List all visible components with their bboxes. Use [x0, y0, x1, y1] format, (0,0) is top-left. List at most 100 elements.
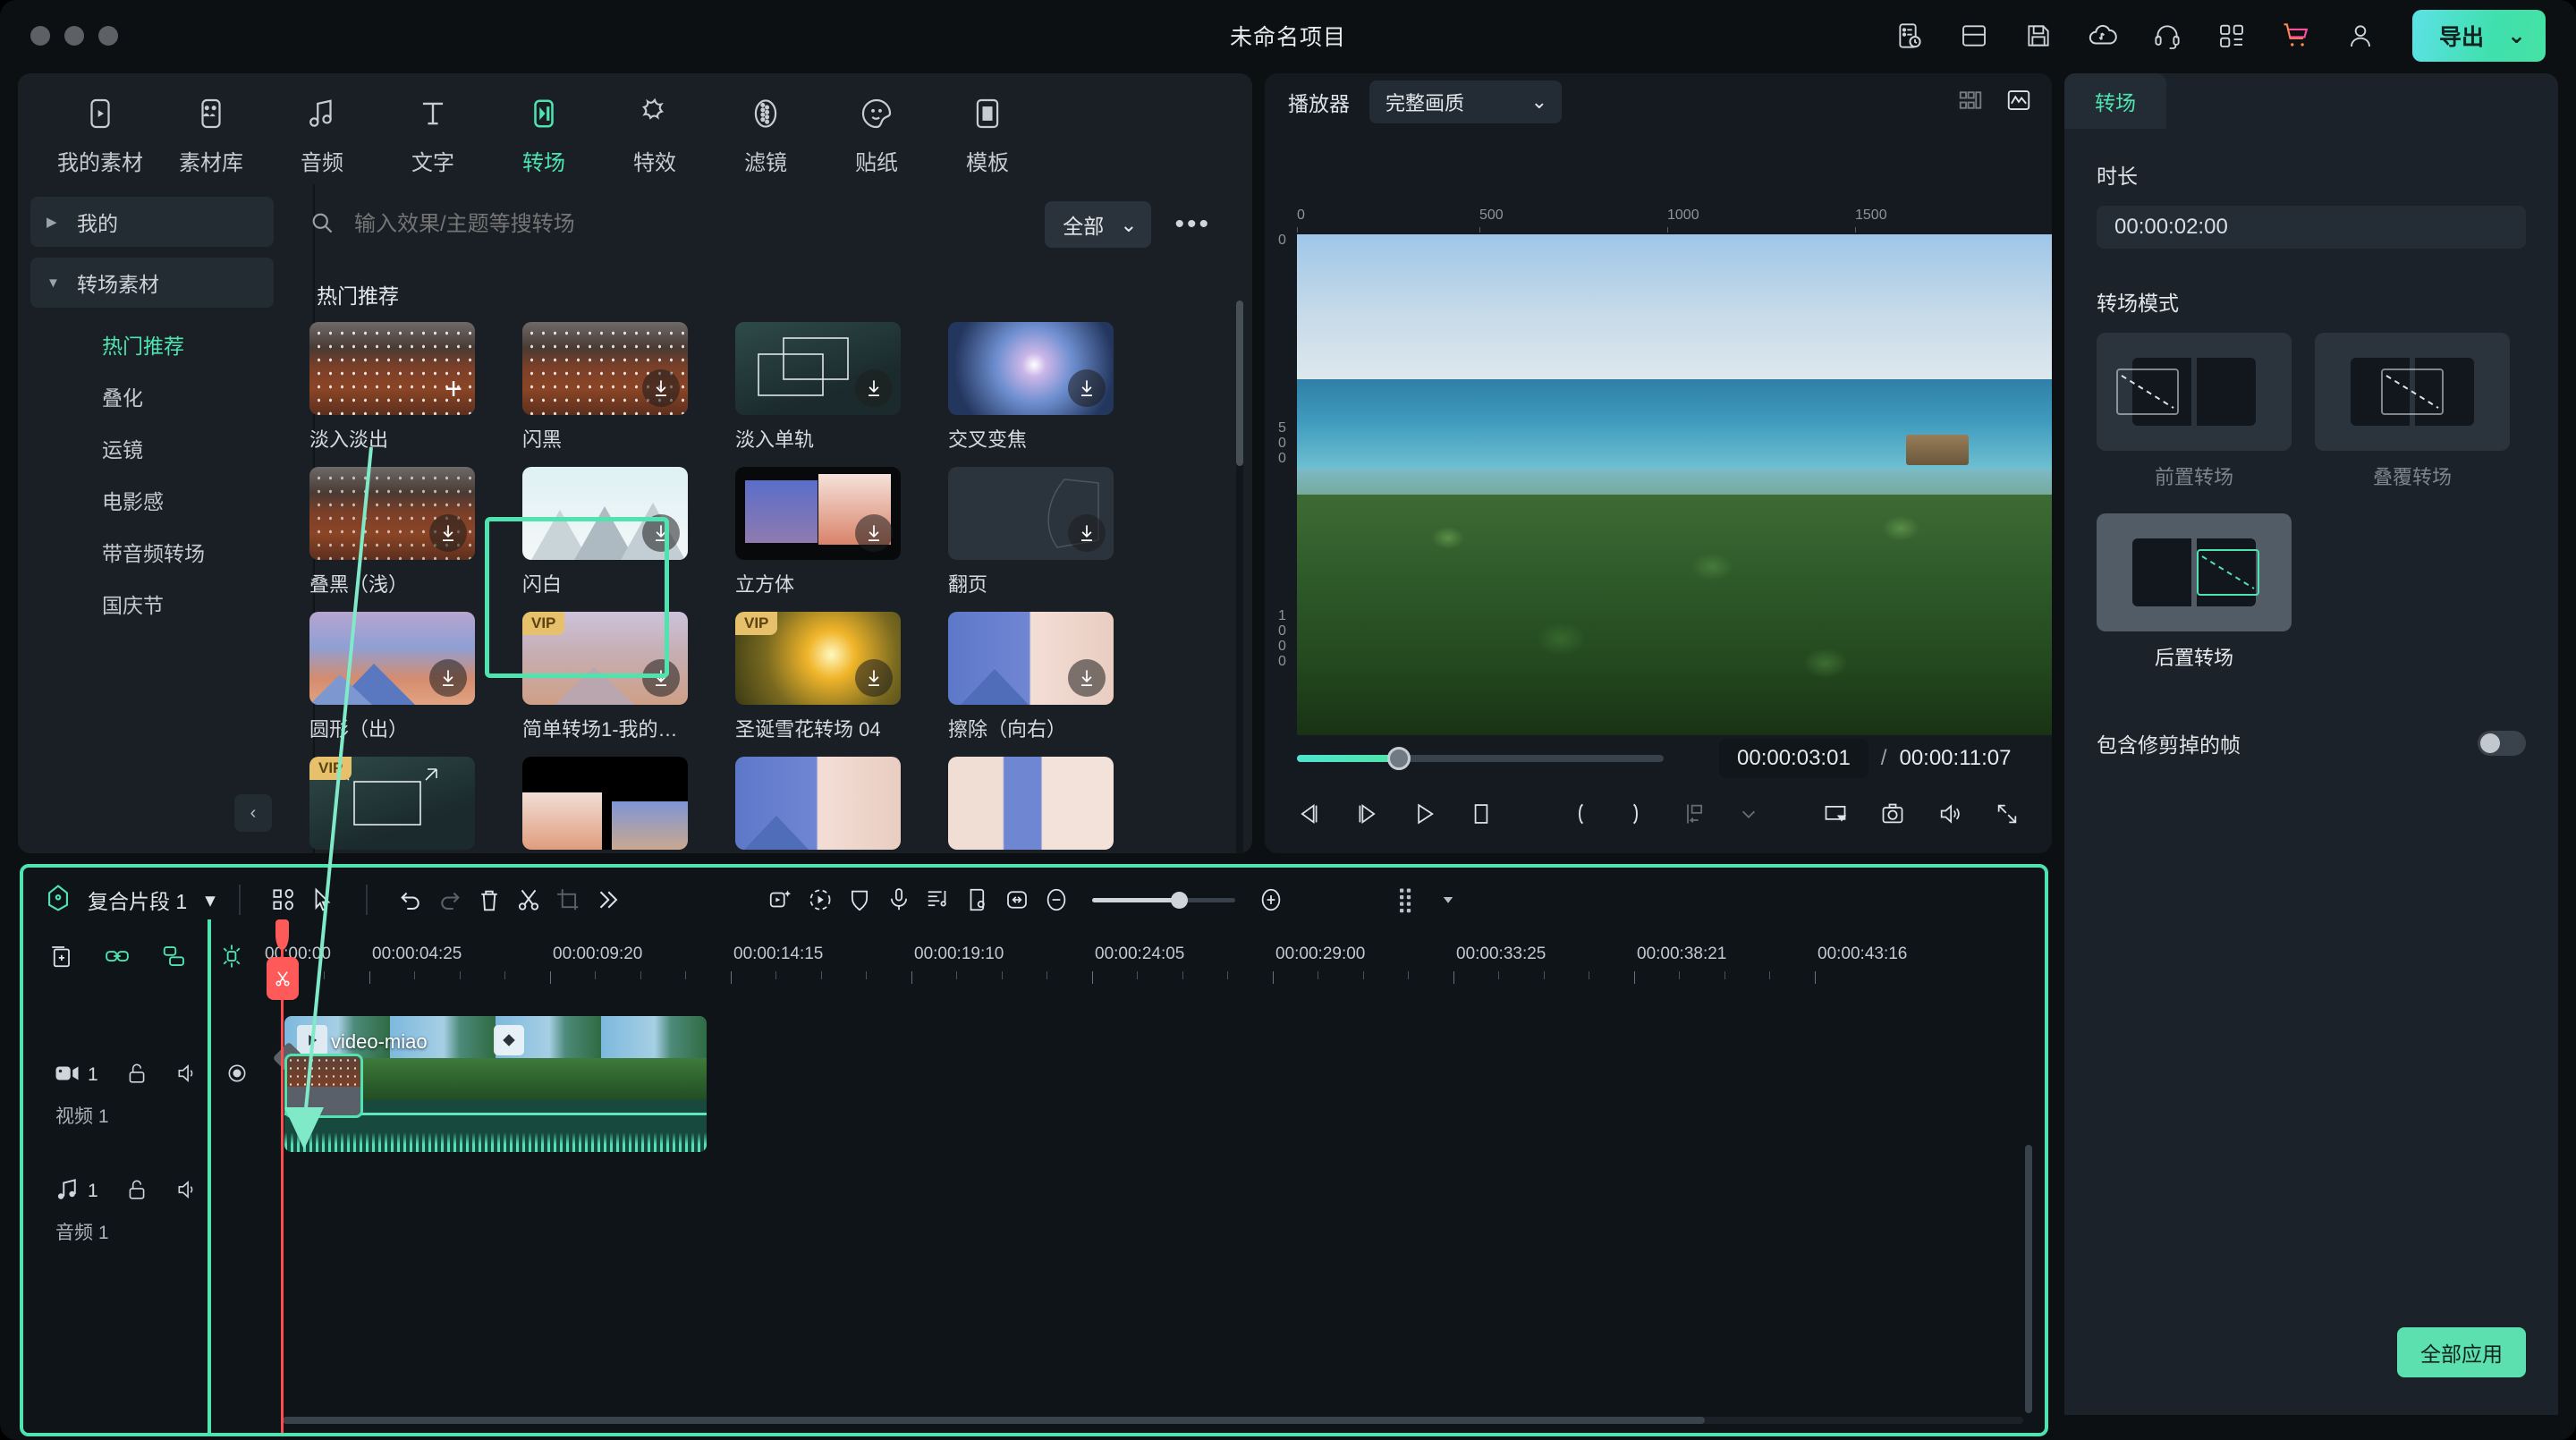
download-icon[interactable] [642, 369, 680, 407]
mode-cell-pre[interactable]: 前置转场 [2097, 333, 2292, 490]
tab-transition-properties[interactable]: 转场 [2064, 73, 2166, 129]
grid-view-icon[interactable] [1957, 87, 1984, 118]
download-icon[interactable] [429, 659, 467, 697]
download-icon[interactable] [1068, 369, 1106, 407]
composite-clip-dropdown[interactable]: 复合片段 1 ▾ [73, 885, 216, 915]
timeline-zoom-slider[interactable] [1091, 891, 1235, 909]
sidebar-item-hot[interactable]: 热门推荐 [30, 318, 274, 370]
playhead-line[interactable] [281, 950, 284, 1433]
save-icon[interactable] [2021, 18, 2056, 54]
speaker-icon[interactable] [175, 1062, 199, 1089]
waveform-scope-icon[interactable] [2005, 87, 2032, 118]
unlock-icon[interactable] [125, 1178, 148, 1206]
transition-item-5[interactable]: 闪白 [522, 467, 723, 597]
download-icon[interactable] [642, 514, 680, 552]
tab-text[interactable]: 文字 [377, 93, 488, 189]
scissors-icon[interactable] [509, 880, 548, 919]
playhead-split-button[interactable] [267, 957, 299, 1000]
record-voice-icon[interactable] [879, 880, 919, 919]
timeline-vertical-scrollbar[interactable] [2025, 1145, 2032, 1413]
transition-item-13[interactable] [522, 757, 723, 853]
transition-item-8[interactable]: 圆形（出） [309, 612, 510, 742]
split-marker-icon[interactable] [1682, 796, 1707, 832]
sidebar-item-camera-move[interactable]: 运镜 [30, 422, 274, 474]
sidebar-item-audio-transition[interactable]: 带音频转场 [30, 526, 274, 578]
speed-icon[interactable] [801, 880, 840, 919]
fullscreen-icon[interactable] [1995, 796, 2020, 832]
mask-icon[interactable] [840, 880, 879, 919]
timeline-ruler[interactable]: 00:00:00 00:00:04:25 00:00:09:20 00:00:1… [265, 932, 2045, 984]
transition-item-10[interactable]: VIP 圣诞雪花转场 04 [735, 612, 936, 742]
sidebar-item-cinematic[interactable]: 电影感 [30, 474, 274, 526]
quality-dropdown[interactable]: 完整画质 ⌄ [1369, 80, 1562, 123]
mark-in-icon[interactable] [1567, 796, 1592, 832]
speaker-icon[interactable] [175, 1178, 199, 1206]
transition-item-2[interactable]: 淡入单轨 [735, 322, 936, 453]
category-filter-dropdown[interactable]: 全部 ⌄ [1045, 201, 1152, 248]
tab-sticker[interactable]: 贴纸 [821, 93, 932, 189]
transition-item-4[interactable]: 叠黑（浅） [309, 467, 510, 597]
snapshot-icon[interactable] [1880, 796, 1905, 832]
prev-frame-icon[interactable] [1297, 796, 1322, 832]
link-icon[interactable] [104, 943, 131, 974]
download-icon[interactable] [429, 514, 467, 552]
scrollbar-thumb[interactable] [283, 1417, 1705, 1424]
layout-icon[interactable] [1956, 18, 1992, 54]
mode-thumb-pre[interactable] [2097, 333, 2292, 451]
download-icon[interactable] [1068, 514, 1106, 552]
composite-clip-icon[interactable] [43, 883, 73, 918]
transition-item-6[interactable]: 立方体 [735, 467, 936, 597]
auto-beat-icon[interactable] [919, 880, 958, 919]
transition-item-15[interactable] [948, 757, 1148, 853]
marker-icon[interactable] [218, 943, 245, 974]
chevron-down-icon[interactable]: ⌄ [2507, 22, 2526, 49]
redo-icon[interactable] [430, 880, 470, 919]
export-button[interactable]: 导出 ⌄ [2412, 10, 2546, 62]
tab-filter[interactable]: 滤镜 [710, 93, 821, 189]
add-track-icon[interactable] [47, 943, 73, 974]
headset-support-icon[interactable] [2149, 18, 2185, 54]
tab-stock-library[interactable]: 素材库 [156, 93, 267, 189]
stop-icon[interactable] [1469, 796, 1494, 832]
user-account-icon[interactable] [2343, 18, 2378, 54]
history-icon[interactable] [1892, 18, 1928, 54]
more-chevrons-icon[interactable] [588, 880, 627, 919]
tab-my-media[interactable]: 我的素材 [45, 93, 156, 189]
preview-stage[interactable] [1297, 234, 2052, 735]
zoom-out-icon[interactable] [1037, 880, 1076, 919]
add-transition-icon[interactable]: + [445, 374, 462, 404]
download-icon[interactable] [642, 659, 680, 697]
auto-reframe-icon[interactable] [958, 880, 997, 919]
category-group-mine[interactable]: ▶ 我的 [30, 197, 274, 247]
transition-item-12[interactable]: VIP [309, 757, 510, 853]
keyframe-diamond-icon[interactable] [494, 1025, 524, 1055]
more-options-icon[interactable]: ••• [1169, 209, 1216, 240]
clip-transition-chip[interactable] [284, 1054, 363, 1118]
transition-item-14[interactable] [735, 757, 936, 853]
chevron-down-icon[interactable] [1739, 796, 1758, 832]
seek-handle[interactable] [1387, 747, 1411, 770]
select-cursor-icon[interactable] [303, 880, 343, 919]
group-split-icon[interactable] [264, 880, 303, 919]
apps-grid-icon[interactable] [2214, 18, 2250, 54]
transition-item-9[interactable]: VIP 简单转场1-我的… [522, 612, 723, 742]
track-manager-icon[interactable] [1389, 880, 1428, 919]
delete-icon[interactable] [470, 880, 509, 919]
screen-cast-icon[interactable] [1823, 796, 1848, 832]
cloud-upload-icon[interactable] [2085, 18, 2121, 54]
undo-icon[interactable] [391, 880, 430, 919]
tab-audio[interactable]: 音频 [267, 93, 377, 189]
eye-icon[interactable] [225, 1062, 249, 1089]
download-icon[interactable] [1068, 659, 1106, 697]
transition-item-7[interactable]: 翻页 [948, 467, 1148, 597]
include-trimmed-frames-toggle[interactable] [2478, 731, 2526, 756]
collapse-sidebar-button[interactable]: ‹ [234, 794, 272, 832]
download-icon[interactable] [855, 659, 893, 697]
current-timecode[interactable]: 00:00:03:01 [1719, 739, 1868, 778]
sidebar-item-national-day[interactable]: 国庆节 [30, 578, 274, 630]
fit-timeline-icon[interactable] [997, 880, 1037, 919]
next-frame-icon[interactable] [1354, 796, 1379, 832]
transition-item-3[interactable]: 交叉变焦 [948, 322, 1148, 453]
cart-icon[interactable] [2278, 18, 2314, 54]
search-input[interactable] [354, 212, 1028, 237]
